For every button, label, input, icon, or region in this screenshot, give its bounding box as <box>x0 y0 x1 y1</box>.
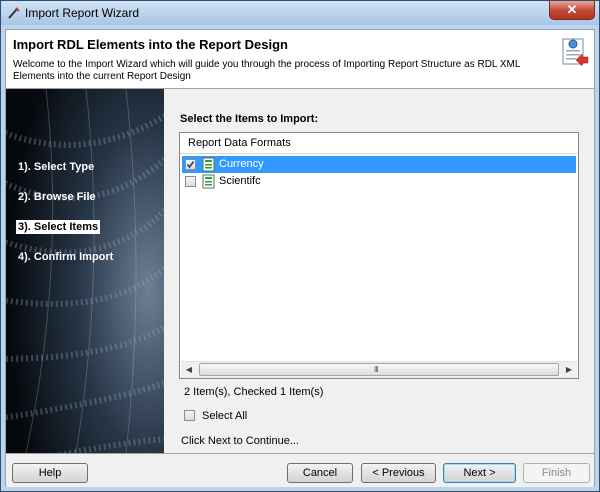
list-item-scientific[interactable]: Scientifc <box>182 173 576 190</box>
next-button[interactable]: Next > <box>443 463 516 483</box>
select-all-label: Select All <box>202 410 248 422</box>
header-title: Import RDL Elements into the Report Desi… <box>13 37 288 52</box>
wizard-header: Import RDL Elements into the Report Desi… <box>6 30 594 89</box>
item-label: Scientifc <box>219 175 261 187</box>
wizard-window: Import Report Wizard ✕ Import RDL Elemen… <box>0 0 600 492</box>
cancel-button[interactable]: Cancel <box>287 463 353 483</box>
close-button[interactable]: ✕ <box>549 1 595 20</box>
horizontal-scrollbar[interactable]: ◀ III ▶ <box>181 361 577 378</box>
list-item-currency[interactable]: Currency <box>182 156 576 173</box>
item-count-status: 2 Item(s), Checked 1 Item(s) <box>184 386 324 398</box>
item-label: Currency <box>219 158 264 170</box>
wizard-main-panel: Select the Items to Import: Report Data … <box>164 89 594 453</box>
scroll-left-arrow-icon[interactable]: ◀ <box>181 362 197 378</box>
items-listbox[interactable]: Report Data Formats Currency Scientifc ◀… <box>179 132 579 379</box>
item-checkbox[interactable] <box>185 159 196 170</box>
title-bar[interactable]: Import Report Wizard ✕ <box>1 1 599 25</box>
scroll-thumb[interactable]: III <box>199 363 559 376</box>
sidebar-background-graphic <box>6 89 164 453</box>
window-title: Import Report Wizard <box>25 6 140 20</box>
header-description: Welcome to the Import Wizard which will … <box>13 59 521 82</box>
list-column-header[interactable]: Report Data Formats <box>180 133 578 154</box>
step-browse-file: 2). Browse File <box>18 191 96 203</box>
help-button[interactable]: Help <box>12 463 88 483</box>
format-item-icon <box>202 157 215 172</box>
scroll-grip: III <box>374 365 379 374</box>
select-all-checkbox[interactable]: Select All <box>182 408 282 425</box>
wizard-app-icon <box>8 7 20 19</box>
format-item-icon <box>202 174 215 189</box>
finish-button[interactable]: Finish <box>523 463 590 483</box>
checkmark-icon <box>186 161 195 169</box>
item-checkbox[interactable] <box>185 176 196 187</box>
report-import-icon <box>562 38 589 67</box>
continue-hint: Click Next to Continue... <box>181 435 299 447</box>
step-select-type: 1). Select Type <box>18 161 95 173</box>
previous-button[interactable]: < Previous <box>361 463 436 483</box>
wizard-sidebar: 1). Select Type 2). Browse File 3). Sele… <box>6 89 164 453</box>
step-select-items: 3). Select Items <box>16 220 101 234</box>
select-all-box[interactable] <box>184 410 195 421</box>
scroll-right-arrow-icon[interactable]: ▶ <box>561 362 577 378</box>
select-items-heading: Select the Items to Import: <box>180 113 319 125</box>
step-confirm-import: 4). Confirm Import <box>18 251 114 263</box>
list-header-label: Report Data Formats <box>188 137 291 149</box>
wizard-footer: Help Cancel < Previous Next > Finish <box>6 453 594 487</box>
wizard-client-area: Import RDL Elements into the Report Desi… <box>5 29 595 487</box>
